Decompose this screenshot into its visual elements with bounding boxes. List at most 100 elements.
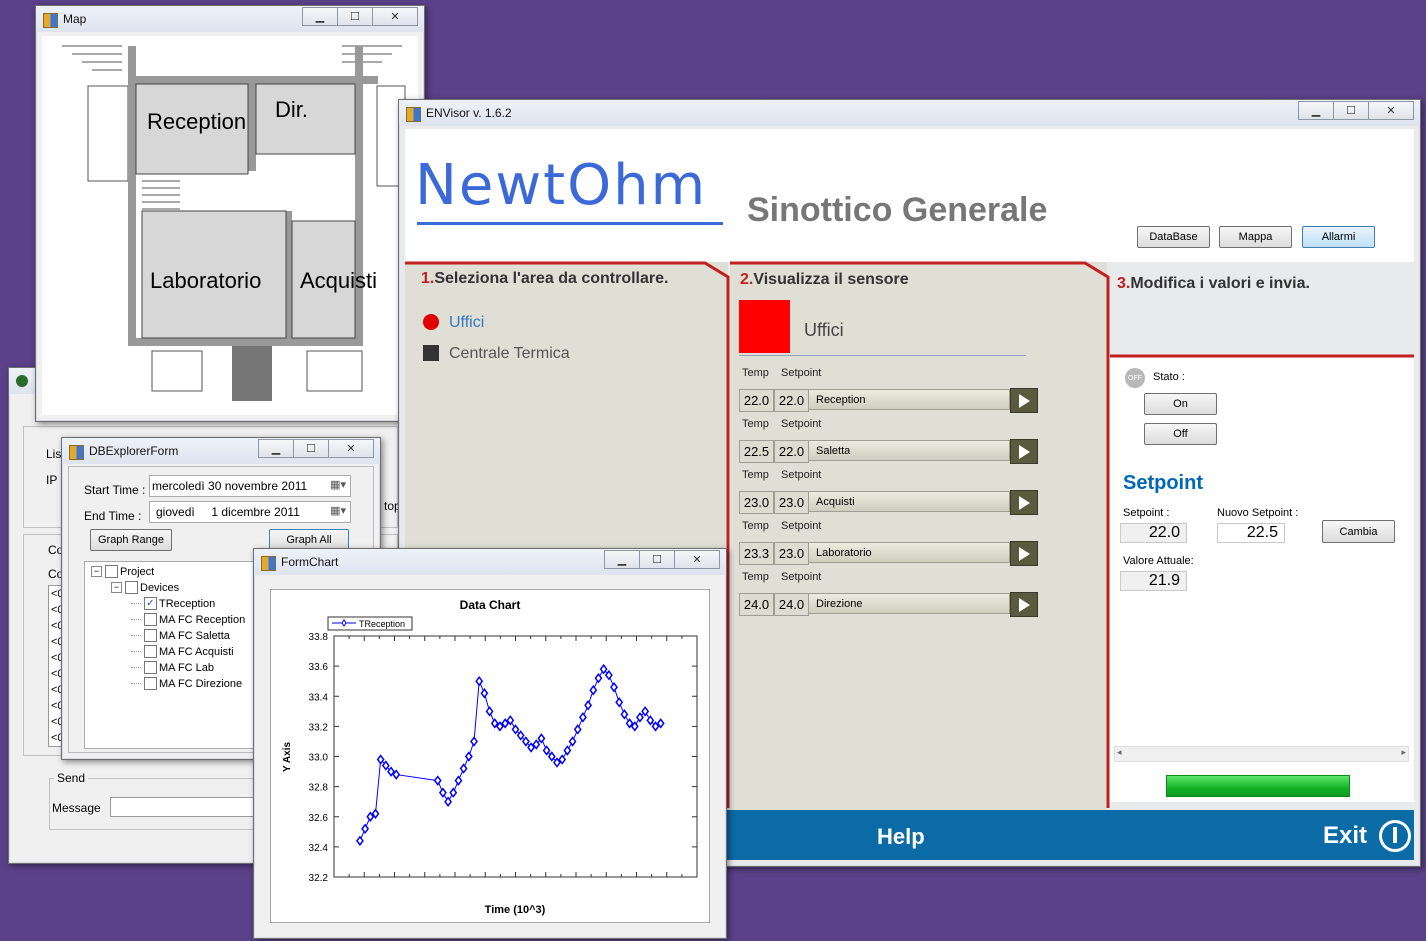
tree-node[interactable]: − Project	[91, 564, 154, 579]
tree-connector	[131, 619, 141, 620]
send-label: Send	[54, 771, 89, 785]
calendar-icon[interactable]: ▦▾	[330, 478, 346, 491]
minimize-button[interactable]: ▁	[1298, 101, 1334, 120]
close-button[interactable]: ✕	[674, 550, 720, 569]
x-axis-label: Time (10^3)	[485, 904, 546, 916]
y-tick-label: 33.4	[309, 692, 329, 703]
y-tick-label: 32.8	[309, 783, 329, 794]
minimize-button[interactable]: ▁	[302, 7, 338, 26]
tree-checkbox[interactable]	[125, 581, 138, 594]
tree-expander-icon[interactable]: −	[91, 566, 102, 577]
tree-node-label: Devices	[140, 581, 180, 594]
tree-node-label: MA FC Reception	[159, 613, 246, 626]
tree-node[interactable]: MA FC Lab	[131, 660, 214, 675]
envisor-title: ENVisor v. 1.6.2	[426, 106, 512, 120]
app-icon	[261, 556, 276, 571]
y-tick-label: 32.2	[309, 873, 329, 884]
tree-node[interactable]: − Devices	[111, 580, 179, 595]
tree-node-label: MA FC Lab	[159, 661, 215, 674]
y-tick-label: 33.6	[309, 662, 329, 673]
data-chart: Data Chart Time (10^3) Y Axis 32.2 32.4 32.6 3…	[270, 589, 710, 923]
tree-checkbox[interactable]	[144, 661, 157, 674]
close-button[interactable]: ✕	[372, 7, 418, 26]
maximize-button[interactable]: ☐	[337, 7, 373, 26]
start-time-label: Start Time :	[84, 483, 146, 497]
room-label-acquisti: Acquisti	[300, 268, 377, 293]
app-icon	[43, 13, 58, 28]
y-tick-label: 32.6	[309, 813, 329, 824]
end-time-picker[interactable]: giovedì 1 dicembre 2011 ▦▾	[149, 501, 351, 523]
tree-checkbox[interactable]	[105, 565, 118, 578]
message-label: Message	[52, 801, 101, 815]
ip-label: IP	[46, 473, 58, 487]
end-time-value: giovedì 1 dicembre 2011	[156, 505, 300, 519]
app-icon	[69, 445, 84, 460]
tree-checkbox[interactable]	[144, 629, 157, 642]
close-button[interactable]: ✕	[328, 439, 374, 458]
room-label-dir: Dir.	[275, 97, 308, 122]
maximize-button[interactable]: ☐	[639, 550, 675, 569]
envisor-titlebar: ENVisor v. 1.6.2 ▁ ☐ ✕	[399, 100, 1420, 126]
tree-node[interactable]: MA FC Reception	[131, 612, 245, 627]
newtohm-logo: NewtOhm	[415, 153, 708, 218]
mappa-button[interactable]: Mappa	[1219, 226, 1292, 248]
minimize-button[interactable]: ▁	[604, 550, 640, 569]
tree-connector	[131, 635, 141, 636]
tree-checkbox[interactable]	[144, 677, 157, 690]
y-tick-label: 33.8	[309, 632, 329, 643]
power-icon[interactable]	[1379, 820, 1411, 852]
y-tick-label: 32.4	[309, 843, 329, 854]
tree-checkbox[interactable]	[144, 613, 157, 626]
dbexplorer-title: DBExplorerForm	[89, 444, 179, 458]
database-button[interactable]: DataBase	[1137, 226, 1210, 248]
help-button[interactable]: Help	[877, 824, 925, 850]
end-time-label: End Time :	[84, 509, 142, 523]
formchart-titlebar: FormChart ▁ ☐ ✕	[254, 549, 726, 575]
tree-node-label: MA FC Acquisti	[159, 645, 234, 658]
legend-label: TReception	[359, 619, 405, 629]
globe-icon	[16, 375, 28, 387]
tree-checkbox[interactable]	[144, 645, 157, 658]
tree-node-label: MA FC Direzione	[159, 677, 243, 690]
graph-range-button[interactable]: Graph Range	[90, 529, 172, 551]
dbexplorer-titlebar: DBExplorerForm ▁ ☐ ✕	[62, 438, 380, 464]
tree-node-label: TReception	[159, 597, 216, 610]
tree-expander-icon[interactable]: −	[111, 582, 122, 593]
tree-node[interactable]: MA FC Acquisti	[131, 644, 234, 659]
envisor-header: NewtOhm Sinottico Generale DataBase Mapp…	[405, 129, 1414, 262]
app-icon	[406, 107, 421, 122]
formchart-title: FormChart	[281, 555, 339, 569]
tree-connector	[131, 651, 141, 652]
tree-node[interactable]: ✓ TReception	[131, 596, 215, 611]
y-axis-label: Y Axis	[282, 742, 293, 772]
logo-underline	[417, 222, 723, 225]
tree-connector	[131, 683, 141, 684]
floorplan-drawing: Reception Dir. Laboratorio Acquisti	[42, 36, 416, 413]
map-title: Map	[63, 12, 87, 26]
formchart-body: Data Chart Time (10^3) Y Axis 32.2 32.4 32.6 3…	[260, 579, 720, 932]
calendar-icon[interactable]: ▦▾	[330, 504, 346, 517]
tree-connector	[131, 667, 141, 668]
room-label-laboratorio: Laboratorio	[150, 268, 261, 293]
start-time-picker[interactable]: mercoledì 30 novembre 2011 ▦▾	[149, 475, 351, 497]
formchart-window: FormChart ▁ ☐ ✕ Data Chart Time (10^3) Y A…	[253, 548, 727, 939]
maximize-button[interactable]: ☐	[1333, 101, 1369, 120]
y-tick-label: 33.2	[309, 722, 329, 733]
tree-node[interactable]: MA FC Saletta	[131, 628, 230, 643]
maximize-button[interactable]: ☐	[293, 439, 329, 458]
chart-title: Data Chart	[460, 598, 521, 612]
floorplan: Reception Dir. Laboratorio Acquisti	[42, 36, 418, 415]
tree-checkbox[interactable]: ✓	[144, 597, 157, 610]
allarmi-button[interactable]: Allarmi	[1302, 226, 1375, 248]
tree-node[interactable]: MA FC Direzione	[131, 676, 242, 691]
map-titlebar: Map ▁ ☐ ✕	[36, 6, 424, 32]
tree-node-label: Project	[120, 565, 155, 578]
listen-group-label: Lis	[46, 447, 62, 461]
page-heading: Sinottico Generale	[747, 191, 1048, 229]
minimize-button[interactable]: ▁	[258, 439, 294, 458]
close-button[interactable]: ✕	[1368, 101, 1414, 120]
exit-button[interactable]: Exit	[1323, 822, 1367, 850]
tree-connector	[131, 603, 141, 604]
y-tick-label: 33.0	[309, 753, 329, 764]
tree-node-label: MA FC Saletta	[159, 629, 230, 642]
